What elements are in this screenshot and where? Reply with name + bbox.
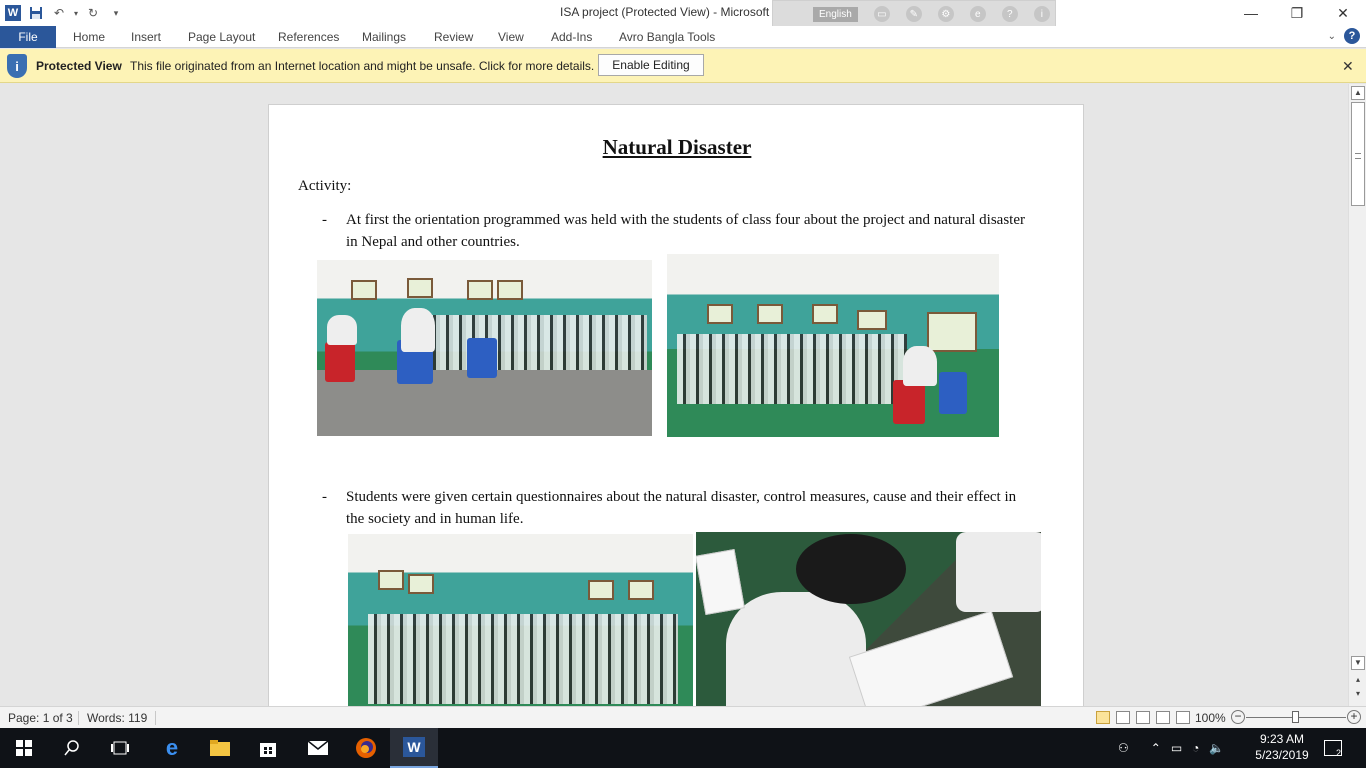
wifi-icon[interactable]: ◔	[1192, 741, 1199, 755]
redo-icon[interactable]: ↻	[83, 3, 103, 23]
orientation-photo-1[interactable]	[317, 260, 652, 436]
document-area: Natural Disaster Activity: - At first th…	[0, 84, 1348, 706]
ribbon-right-controls: ⌄ ?	[1328, 28, 1360, 44]
draft-icon[interactable]	[1176, 711, 1190, 724]
window-controls: — ❐ ✕	[1228, 0, 1366, 26]
shield-icon: i	[7, 54, 27, 78]
notification-count: 2	[1335, 748, 1341, 758]
tab-view[interactable]: View	[498, 26, 524, 48]
battery-icon[interactable]: ▭	[1171, 741, 1182, 755]
protected-view-message[interactable]: This file originated from an Internet lo…	[130, 59, 594, 73]
pen-icon[interactable]: ✎	[905, 6, 922, 22]
settings-icon[interactable]: ⚙	[937, 6, 954, 22]
language-indicator[interactable]: English	[813, 6, 858, 22]
tab-mailings[interactable]: Mailings	[362, 26, 406, 48]
undo-dropdown-icon[interactable]: ▾	[72, 3, 80, 23]
file-explorer-icon[interactable]	[196, 728, 244, 768]
print-layout-icon[interactable]	[1116, 711, 1130, 724]
undo-icon[interactable]: ↶	[49, 3, 69, 23]
zoom-level[interactable]: 100%	[1195, 711, 1226, 725]
scroll-up-button[interactable]: ▲	[1351, 86, 1365, 100]
document-title: Natural Disaster	[602, 135, 752, 159]
start-icon[interactable]	[0, 728, 48, 768]
next-page-button[interactable]: ▾	[1351, 688, 1365, 702]
ribbon-tabs: File Home Insert Page Layout References …	[0, 26, 1366, 48]
help-circle-icon[interactable]: ?	[1001, 6, 1018, 22]
close-button[interactable]: ✕	[1320, 0, 1366, 26]
help-icon[interactable]: ?	[1344, 28, 1360, 44]
tab-avro-bangla-tools[interactable]: Avro Bangla Tools	[619, 26, 715, 48]
keyboard-icon[interactable]: ▭	[873, 6, 890, 22]
task-view-icon[interactable]	[96, 728, 144, 768]
protected-view-bar: i Protected View This file originated fr…	[0, 49, 1366, 83]
questionnaire-photo-1[interactable]	[348, 534, 693, 706]
clock[interactable]: 9:23 AM 5/23/2019	[1250, 731, 1314, 763]
web-layout-icon[interactable]	[1136, 711, 1150, 724]
tab-file[interactable]: File	[0, 26, 56, 48]
scroll-down-button[interactable]: ▼	[1351, 656, 1365, 670]
info-icon[interactable]: i	[1033, 6, 1050, 22]
bullet-dash: -	[322, 489, 327, 505]
zoom-out-button[interactable]: −	[1231, 710, 1245, 724]
taskbar: e W ⚇ ⌃ ▭ ◔ 🔈 9:23 AM 5/23/2019 2	[0, 728, 1366, 768]
title-bar: W ↶ ▾ ↻ ▾ ISA project (Protected View) -…	[0, 0, 1366, 28]
scrollbar-thumb[interactable]	[1351, 102, 1365, 206]
orientation-photo-2[interactable]	[667, 254, 999, 437]
mail-icon[interactable]	[294, 728, 342, 768]
enable-editing-button[interactable]: Enable Editing	[598, 54, 704, 76]
clock-date: 5/23/2019	[1255, 748, 1309, 762]
read-mode-icon[interactable]	[1096, 711, 1110, 724]
minimize-button[interactable]: —	[1228, 0, 1274, 26]
bullet-dash: -	[322, 212, 327, 228]
window-title: ISA project (Protected View) - Microsoft…	[560, 5, 801, 19]
word-count[interactable]: Words: 119	[87, 711, 147, 725]
language-bar: English ▭ ✎ ⚙ e ? i	[772, 0, 1056, 28]
page-indicator[interactable]: Page: 1 of 3	[8, 711, 73, 725]
tab-home[interactable]: Home	[73, 26, 105, 48]
restore-button[interactable]: ❐	[1274, 0, 1320, 26]
tab-review[interactable]: Review	[434, 26, 473, 48]
bullet-text: Students were given certain questionnair…	[346, 489, 1017, 527]
people-icon[interactable]: ⚇	[1118, 741, 1129, 755]
edge-icon[interactable]: e	[148, 728, 196, 768]
tab-add-ins[interactable]: Add-Ins	[551, 26, 592, 48]
clock-time: 9:23 AM	[1259, 732, 1305, 746]
store-icon[interactable]	[244, 728, 292, 768]
status-bar: Page: 1 of 3 Words: 119 100% − +	[0, 706, 1366, 728]
close-icon[interactable]: ✕	[1342, 58, 1354, 75]
chevron-up-icon[interactable]: ⌃	[1151, 741, 1161, 755]
zoom-in-button[interactable]: +	[1347, 710, 1361, 724]
ie-icon[interactable]: e	[969, 6, 986, 22]
notification-center-icon[interactable]: 2	[1324, 740, 1342, 758]
collapse-ribbon-icon[interactable]: ⌄	[1328, 31, 1336, 42]
tab-page-layout[interactable]: Page Layout	[188, 26, 255, 48]
word-icon[interactable]: W	[390, 728, 438, 768]
previous-page-button[interactable]: ▴	[1351, 674, 1365, 688]
save-icon[interactable]	[26, 3, 46, 23]
outline-icon[interactable]	[1156, 711, 1170, 724]
vertical-scrollbar[interactable]: ▲ ▼ ▴ ▾	[1348, 84, 1366, 706]
volume-icon[interactable]: 🔈	[1209, 741, 1224, 755]
word-app-icon[interactable]: W	[3, 3, 23, 23]
zoom-slider-thumb[interactable]	[1292, 711, 1299, 723]
document-page: Natural Disaster Activity: - At first th…	[268, 104, 1084, 706]
customize-qat-icon[interactable]: ▾	[106, 3, 126, 23]
system-tray: ⚇ ⌃ ▭ ◔ 🔈	[1118, 728, 1224, 768]
tab-references[interactable]: References	[278, 26, 339, 48]
questionnaire-photo-2[interactable]	[696, 532, 1041, 706]
protected-view-title: Protected View	[36, 59, 122, 73]
activity-label: Activity:	[298, 178, 352, 194]
quick-access-toolbar: W ↶ ▾ ↻ ▾	[0, 2, 126, 24]
bullet-text: At first the orientation programmed was …	[346, 212, 1025, 250]
tab-insert[interactable]: Insert	[131, 26, 161, 48]
firefox-icon[interactable]	[342, 728, 390, 768]
search-icon[interactable]	[48, 728, 96, 768]
